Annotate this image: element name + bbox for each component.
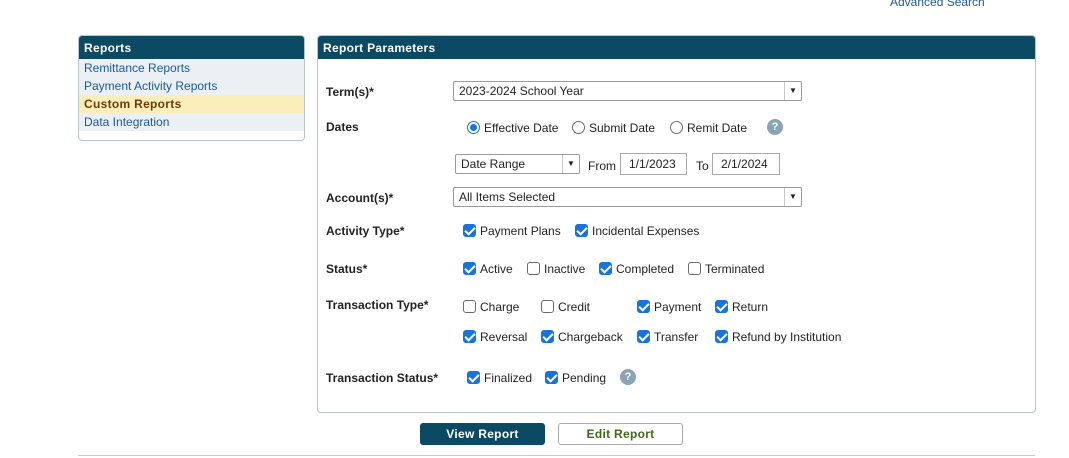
status-inactive-label: Inactive <box>544 262 586 276</box>
to-label: To <box>696 159 709 173</box>
radio-selected-icon <box>467 121 480 134</box>
checkbox-unchecked-icon <box>688 262 701 275</box>
checkbox-checked-icon <box>463 262 476 275</box>
radio-unselected-icon <box>572 121 585 134</box>
sidebar-item-custom-reports[interactable]: Custom Reports <box>79 95 304 113</box>
chevron-down-icon: ▼ <box>562 155 579 173</box>
chevron-down-icon: ▼ <box>784 82 801 100</box>
edit-report-button[interactable]: Edit Report <box>558 423 683 445</box>
checkbox-checked-icon <box>599 262 612 275</box>
dates-label: Dates <box>326 120 359 134</box>
divider <box>78 455 1035 456</box>
terms-select-value: 2023-2024 School Year <box>459 84 584 98</box>
accounts-select[interactable]: All Items Selected ▼ <box>453 187 802 207</box>
transaction-type-label: Transaction Type* <box>326 298 429 312</box>
refund-by-institution-label: Refund by Institution <box>732 330 842 344</box>
checkbox-unchecked-icon <box>541 300 554 313</box>
sidebar-item-remittance-reports[interactable]: Remittance Reports <box>79 59 304 77</box>
chevron-down-icon: ▼ <box>784 188 801 206</box>
status-completed-label: Completed <box>616 262 675 276</box>
sidebar-title: Reports <box>79 36 304 59</box>
advanced-search-link[interactable]: Advanced Search <box>890 0 985 9</box>
from-label: From <box>588 159 616 173</box>
help-icon[interactable]: ? <box>767 119 783 135</box>
checkbox-checked-icon <box>575 224 588 237</box>
checkbox-checked-icon <box>467 371 480 384</box>
radio-unselected-icon <box>670 121 683 134</box>
date-range-select[interactable]: Date Range ▼ <box>455 154 580 174</box>
status-terminated-label: Terminated <box>705 262 765 276</box>
charge-label: Charge <box>480 300 520 314</box>
transfer-label: Transfer <box>654 330 699 344</box>
panel-title: Report Parameters <box>318 36 1035 59</box>
checkbox-checked-icon <box>637 300 650 313</box>
reversal-label: Reversal <box>480 330 528 344</box>
status-label: Status* <box>326 262 368 276</box>
return-label: Return <box>732 300 769 314</box>
remit-date-label: Remit Date <box>687 121 748 135</box>
terms-select[interactable]: 2023-2024 School Year ▼ <box>453 81 802 101</box>
checkbox-unchecked-icon <box>527 262 540 275</box>
incidental-expenses-label: Incidental Expenses <box>592 224 700 238</box>
status-active-label: Active <box>480 262 513 276</box>
pending-label: Pending <box>562 371 607 385</box>
accounts-select-value: All Items Selected <box>459 190 556 204</box>
chargeback-label: Chargeback <box>558 330 623 344</box>
sidebar-item-data-integration[interactable]: Data Integration <box>79 113 304 131</box>
checkbox-checked-icon <box>715 330 728 343</box>
checkbox-checked-icon <box>463 330 476 343</box>
view-report-button[interactable]: View Report <box>420 423 545 445</box>
payment-label: Payment <box>654 300 702 314</box>
transaction-status-label: Transaction Status* <box>326 371 439 385</box>
checkbox-checked-icon <box>541 330 554 343</box>
finalized-label: Finalized <box>484 371 533 385</box>
checkbox-checked-icon <box>463 224 476 237</box>
submit-date-label: Submit Date <box>589 121 656 135</box>
accounts-label: Account(s)* <box>326 191 394 205</box>
report-parameters-panel: Report Parameters Term(s)* 2023-2024 Sch… <box>317 35 1036 413</box>
activity-type-label: Activity Type* <box>326 224 405 238</box>
from-date-input[interactable]: 1/1/2023 <box>620 153 687 175</box>
sidebar-item-payment-activity-reports[interactable]: Payment Activity Reports <box>79 77 304 95</box>
date-range-value: Date Range <box>461 157 526 171</box>
payment-plans-label: Payment Plans <box>480 224 561 238</box>
checkbox-checked-icon <box>637 330 650 343</box>
effective-date-label: Effective Date <box>484 121 559 135</box>
help-icon[interactable]: ? <box>620 369 636 385</box>
checkbox-checked-icon <box>715 300 728 313</box>
credit-label: Credit <box>558 300 591 314</box>
checkbox-unchecked-icon <box>463 300 476 313</box>
reports-sidebar: Reports Remittance Reports Payment Activ… <box>78 35 305 141</box>
checkbox-checked-icon <box>545 371 558 384</box>
terms-label: Term(s)* <box>326 85 374 99</box>
to-date-input[interactable]: 2/1/2024 <box>712 153 780 175</box>
